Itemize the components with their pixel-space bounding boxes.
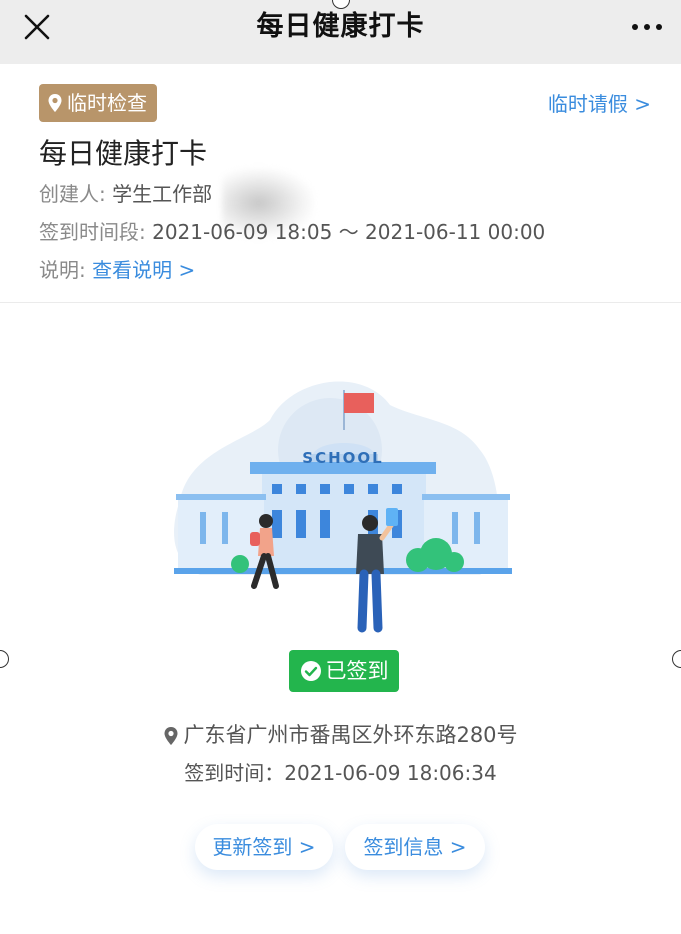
- task-info-card: 临时检查 临时请假 > 每日健康打卡 创建人: 学生工作部 签到时间段: 202…: [0, 64, 681, 304]
- location-pin-icon: [164, 727, 178, 745]
- creator-row: 创建人: 学生工作部: [39, 180, 212, 208]
- more-button[interactable]: [627, 10, 667, 44]
- period-label: 签到时间段:: [39, 220, 146, 244]
- period-value: 2021-06-09 18:05 ～ 2021-06-11 00:00: [152, 220, 546, 244]
- sign-in-info-button[interactable]: 签到信息 >: [345, 824, 485, 870]
- signed-in-badge: 已签到: [289, 650, 399, 692]
- page: 每日健康打卡 临时检查 临时请假 > 每日健康打卡 创建人: 学生工作部 签到时…: [0, 0, 681, 934]
- crop-handle-right: [672, 650, 681, 668]
- check-circle-icon: [300, 661, 321, 681]
- temporary-check-tag: 临时检查: [39, 84, 157, 122]
- tag-label: 临时检查: [67, 91, 147, 115]
- location-text: 广东省广州市番禺区外环东路280号: [183, 723, 518, 747]
- school-sign-text: SCHOOL: [302, 449, 383, 467]
- signed-in-label: 已签到: [325, 659, 389, 683]
- view-description-link[interactable]: 查看说明 >: [92, 258, 195, 282]
- period-row: 签到时间段: 2021-06-09 18:05 ～ 2021-06-11 00:…: [39, 218, 545, 246]
- update-sign-in-button[interactable]: 更新签到 >: [195, 824, 333, 870]
- location-pin-icon: [48, 94, 62, 112]
- page-title: 每日健康打卡: [256, 11, 425, 42]
- top-bar: 每日健康打卡: [0, 0, 681, 64]
- more-icon: [632, 24, 662, 30]
- description-label: 说明:: [39, 258, 86, 282]
- temporary-leave-link[interactable]: 临时请假 >: [548, 90, 651, 118]
- creator-label: 创建人:: [39, 182, 106, 206]
- school-illustration: SCHOOL: [174, 381, 512, 633]
- creator-value: 学生工作部: [112, 182, 213, 206]
- divider: [0, 302, 681, 303]
- task-title: 每日健康打卡: [39, 137, 208, 170]
- sign-location: 广东省广州市番禺区外环东路280号: [0, 720, 681, 750]
- sign-time: 签到时间：2021-06-09 18:06:34: [184, 761, 497, 785]
- crop-handle-left: [0, 650, 9, 668]
- description-row: 说明: 查看说明 >: [39, 256, 195, 284]
